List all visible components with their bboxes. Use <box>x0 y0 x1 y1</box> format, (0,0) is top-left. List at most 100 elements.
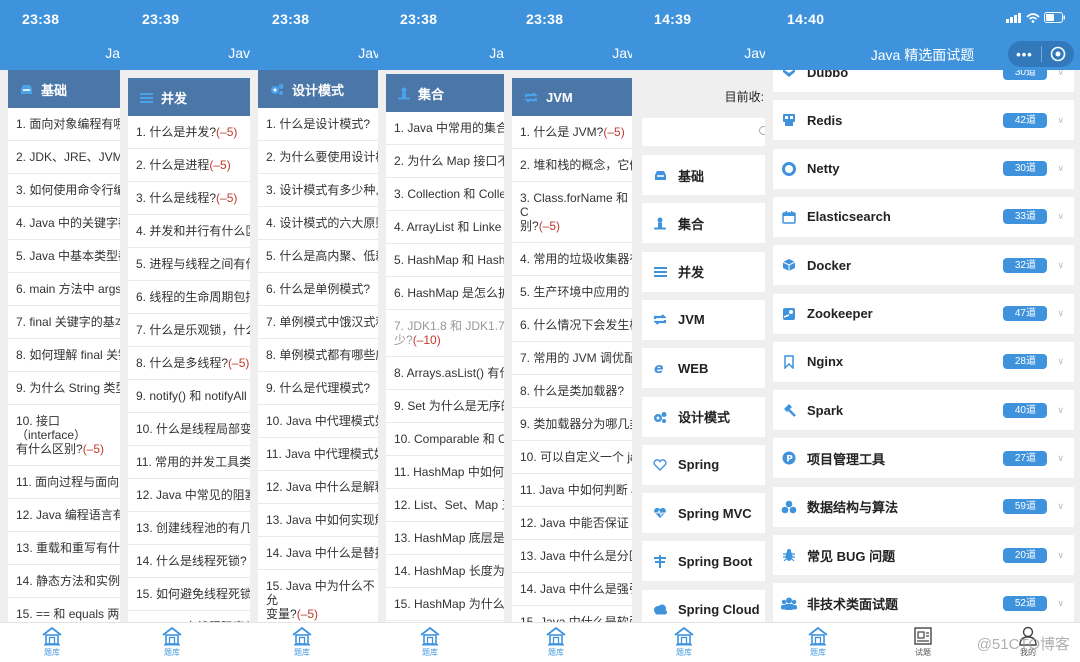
question-item[interactable]: 5. 进程与线程之间有什 <box>128 248 258 281</box>
tab-question-bank[interactable]: 题库 <box>32 626 72 658</box>
question-item[interactable]: 5. 生产环境中应用的 J <box>512 276 642 309</box>
question-item[interactable]: 11. Java 中如何判断 JV <box>512 474 642 507</box>
question-item[interactable]: 12. Java 中能否保证 G <box>512 507 642 540</box>
topic-item[interactable]: Netty 30道 ∨ <box>773 148 1074 189</box>
question-item[interactable]: 2. 为什么 Map 接口不 <box>386 145 512 178</box>
question-item[interactable]: 14. HashMap 长度为什 <box>386 555 512 588</box>
topic-item[interactable]: Docker 32道 ∨ <box>773 245 1074 286</box>
question-item[interactable]: 2. JDK、JRE、JVM <box>8 141 128 174</box>
category-menu-item[interactable]: 设计模式 <box>642 396 766 437</box>
question-item[interactable]: 8. 什么是类加载器?（– <box>512 375 642 408</box>
question-item[interactable]: 12. Java 编程语言有 <box>8 499 128 532</box>
chevron-down-icon[interactable]: ∨ <box>1057 115 1064 126</box>
question-item[interactable]: 10. 接口（interface） 有什么区别?(–5) <box>8 405 128 466</box>
question-item[interactable]: 4. Java 中的关键字都 <box>8 207 128 240</box>
chevron-down-icon[interactable]: ∨ <box>1057 598 1064 609</box>
chevron-down-icon[interactable]: ∨ <box>1057 163 1064 174</box>
question-item[interactable]: 10. Java 中代理模式如 <box>258 405 388 438</box>
question-item[interactable]: 11. Java 中代理模式如 <box>258 438 388 471</box>
category-menu-item[interactable]: Spring MVC <box>642 493 766 534</box>
question-item[interactable]: 5. Java 中基本类型都 <box>8 240 128 273</box>
question-item[interactable]: 9. 类加载器分为哪几类 <box>512 408 642 441</box>
question-item[interactable]: 4. ArrayList 和 Linke <box>386 211 512 244</box>
tab-home[interactable]: 题库 <box>798 626 838 658</box>
question-item[interactable]: 10. 什么是线程局部变量 <box>128 413 258 446</box>
question-item[interactable]: 5. 什么是高内聚、低耦 <box>258 240 388 273</box>
question-item[interactable]: 1. 什么是 JVM?(–5) <box>512 116 642 149</box>
question-item[interactable]: 13. Java 中什么是分区 <box>512 540 642 573</box>
search-input[interactable] <box>642 118 768 146</box>
question-item[interactable]: 1. Java 中常用的集合有 <box>386 112 512 145</box>
question-item[interactable]: 11. HashMap 中如何实 <box>386 456 512 489</box>
category-menu-item[interactable]: 基础 <box>642 155 766 195</box>
question-item[interactable]: 13. 创建线程池的有几种 <box>128 512 258 545</box>
question-item[interactable]: 4. 常用的垃圾收集器有 <box>512 243 642 276</box>
chevron-down-icon[interactable]: ∨ <box>1057 308 1064 319</box>
question-item[interactable]: 1. 什么是并发?(–5) <box>128 116 258 149</box>
question-item[interactable]: 8. 如何理解 final 关键 <box>8 339 128 372</box>
question-item[interactable]: 12. Java 中常见的阻塞 <box>128 479 258 512</box>
question-item[interactable]: 7. JDK1.8 和 JDK1.7 少?(–10) <box>386 310 512 357</box>
category-menu-item[interactable]: Spring Boot <box>642 541 766 582</box>
question-item[interactable]: 2. 堆和栈的概念，它们 <box>512 149 642 182</box>
category-menu-item[interactable]: 并发 <box>642 251 766 292</box>
question-item[interactable]: 11. 常用的并发工具类有 <box>128 446 258 479</box>
close-button[interactable] <box>1042 46 1074 62</box>
question-item[interactable]: 9. 为什么 String 类型 <box>8 372 128 405</box>
question-item[interactable]: 8. Arrays.asList() 有什 <box>386 357 512 390</box>
question-item[interactable]: 14. 静态方法和实例方 <box>8 565 128 598</box>
question-item[interactable]: 13. 重载和重写有什么 <box>8 532 128 565</box>
question-item[interactable]: 14. Java 中什么是强引 <box>512 573 642 606</box>
question-item[interactable]: 1. 面向对象编程有哪些 <box>8 108 128 141</box>
question-item[interactable]: 3. 设计模式有多少种, <box>258 174 388 207</box>
question-item[interactable]: 13. HashMap 底层是红 <box>386 522 512 555</box>
chevron-down-icon[interactable]: ∨ <box>1057 550 1064 561</box>
question-item[interactable]: 16. Java 中线程阻塞都 <box>128 611 258 622</box>
question-item[interactable]: 3. 什么是线程?(–5) <box>128 182 258 215</box>
question-item[interactable]: 8. 单例模式都有哪些应 <box>258 339 388 372</box>
topic-item[interactable]: 常见 BUG 问题 20道 ∨ <box>773 535 1074 575</box>
chevron-down-icon[interactable]: ∨ <box>1057 211 1064 222</box>
chevron-down-icon[interactable]: ∨ <box>1057 405 1064 416</box>
question-item[interactable]: 11. 面向过程与面向对 <box>8 466 128 499</box>
question-item[interactable]: 1. 什么是设计模式?（– <box>258 108 388 141</box>
topic-item[interactable]: 数据结构与算法 59道 ∨ <box>773 486 1074 527</box>
category-menu-item[interactable]: Spring Cloud <box>642 589 766 622</box>
question-item[interactable]: 2. 为什么要使用设计模 <box>258 141 388 174</box>
more-button[interactable]: ••• <box>1008 47 1041 62</box>
question-item[interactable]: 12. List、Set、Map 三 <box>386 489 512 522</box>
question-item[interactable]: 6. 什么是单例模式?（– <box>258 273 388 306</box>
question-item[interactable]: 10. Comparable 和 C <box>386 423 512 456</box>
tab-question-bank[interactable]: 题库 <box>152 626 192 658</box>
tab-question-bank[interactable]: 题库 <box>282 626 322 658</box>
question-item[interactable]: 12. Java 中什么是解释 <box>258 471 388 504</box>
question-item[interactable]: 7. 什么是乐观锁，什么 <box>128 314 258 347</box>
chevron-down-icon[interactable]: ∨ <box>1057 453 1064 464</box>
question-item[interactable]: 6. main 方法中 args <box>8 273 128 306</box>
tab-exam[interactable]: 试题 <box>903 626 943 658</box>
question-item[interactable]: 3. 如何使用命令行编 <box>8 174 128 207</box>
question-item[interactable]: 14. 什么是线程死锁?（ <box>128 545 258 578</box>
topic-item[interactable]: Zookeeper 47道 ∨ <box>773 293 1074 334</box>
question-item[interactable]: 15. == 和 equals 两者 <box>8 598 128 622</box>
question-item[interactable]: 7. 常用的 JVM 调优配 <box>512 342 642 375</box>
question-item[interactable]: 15. 如何避免线程死锁? <box>128 578 258 611</box>
tab-question-bank[interactable]: 题库 <box>536 626 576 658</box>
tab-question-bank[interactable]: 题库 <box>664 626 704 658</box>
question-item[interactable]: 15. Java 中为什么不允 变量?(–5) <box>258 570 388 622</box>
question-item[interactable]: 10. 可以自定义一个 jav <box>512 441 642 474</box>
chevron-down-icon[interactable]: ∨ <box>1057 260 1064 271</box>
question-item[interactable]: 13. Java 中如何实现解 <box>258 504 388 537</box>
category-menu-item[interactable]: Spring <box>642 444 766 485</box>
question-item[interactable]: 3. Class.forName 和 C 别?(–5) <box>512 182 642 243</box>
question-item[interactable]: 9. notify() 和 notifyAll <box>128 380 258 413</box>
question-item[interactable]: 9. Set 为什么是无序的 <box>386 390 512 423</box>
question-item[interactable]: 14. Java 中什么是替换 <box>258 537 388 570</box>
category-menu-item[interactable]: JVM <box>642 299 766 340</box>
topic-item[interactable]: Nginx 28道 ∨ <box>773 341 1074 382</box>
question-item[interactable]: 6. 什么情况下会发生栈 <box>512 309 642 342</box>
question-item[interactable]: 4. 设计模式的六大原则 <box>258 207 388 240</box>
question-item[interactable]: 8. 什么是多线程?(–5) <box>128 347 258 380</box>
question-item[interactable]: 2. 什么是进程(–5) <box>128 149 258 182</box>
question-item[interactable]: 6. HashMap 是怎么扩 <box>386 277 512 310</box>
